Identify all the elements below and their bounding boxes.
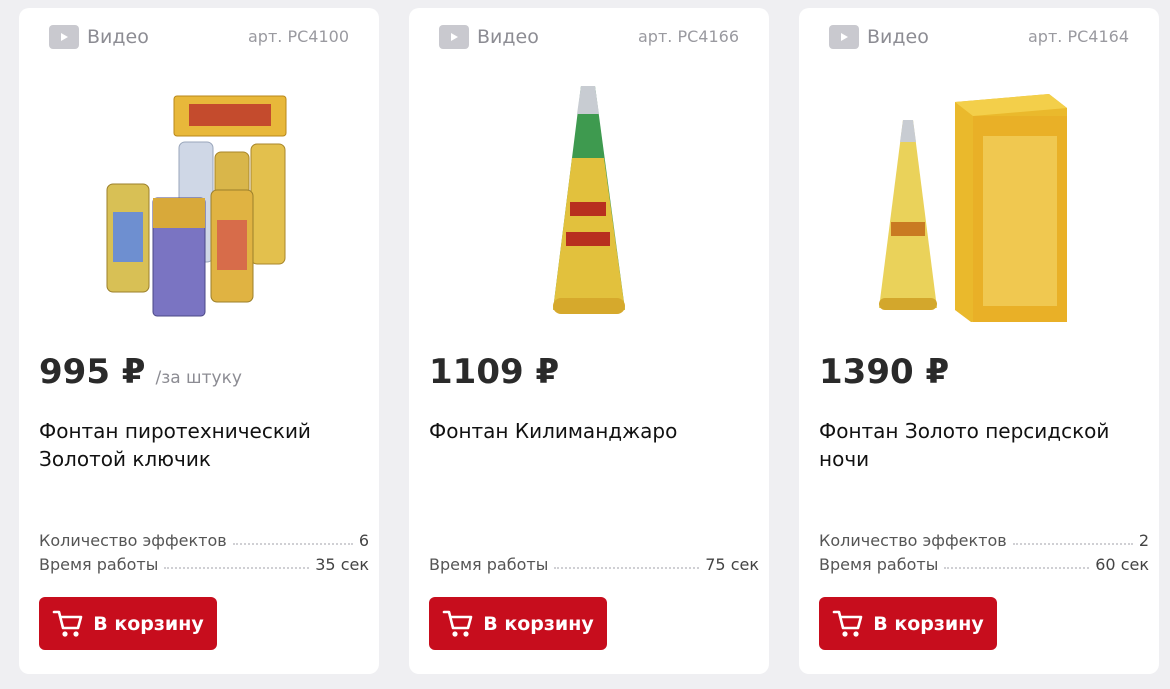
price-row: 1390 ₽: [819, 352, 949, 392]
product-price: 995 ₽: [39, 352, 146, 392]
price-row: 1109 ₽: [429, 352, 559, 392]
spec-value: 35 сек: [315, 555, 369, 574]
spec-value: 60 сек: [1095, 555, 1149, 574]
product-sku: арт. PC4100: [248, 27, 349, 46]
video-button[interactable]: Видео: [829, 25, 929, 49]
spec-label: Время работы: [429, 555, 549, 574]
spec-row: Время работы 35 сек: [39, 550, 369, 574]
spec-leader: [944, 567, 1090, 569]
cart-icon: [832, 610, 863, 637]
spec-row: Время работы 60 сек: [819, 550, 1149, 574]
price-unit: /за штуку: [155, 368, 242, 388]
spec-value: 2: [1138, 531, 1149, 550]
video-button[interactable]: Видео: [439, 25, 539, 49]
product-sku: арт. PC4164: [1028, 27, 1129, 46]
product-price: 1109 ₽: [429, 352, 560, 392]
spec-label: Время работы: [819, 555, 939, 574]
cart-icon: [52, 610, 83, 637]
product-image[interactable]: [429, 72, 749, 328]
product-image[interactable]: [39, 72, 359, 328]
play-icon: [49, 25, 79, 49]
spec-value: 6: [358, 531, 369, 550]
spec-label: Количество эффектов: [39, 531, 227, 550]
product-specs: Время работы 75 сек: [429, 550, 759, 574]
play-icon: [439, 25, 469, 49]
product-sku: арт. PC4166: [638, 27, 739, 46]
product-title[interactable]: Фонтан Золото персидской ночи: [819, 417, 1139, 473]
spec-leader: [1012, 543, 1133, 545]
add-to-cart-label: В корзину: [93, 612, 204, 635]
spec-value: 75 сек: [705, 555, 759, 574]
product-title[interactable]: Фонтан Килиманджаро: [429, 417, 749, 445]
spec-leader: [164, 567, 310, 569]
spec-row: Количество эффектов 2: [819, 526, 1149, 550]
product-specs: Количество эффектов 2 Время работы 60 се…: [819, 526, 1149, 574]
video-label: Видео: [477, 26, 539, 48]
video-button[interactable]: Видео: [49, 25, 149, 49]
play-icon: [829, 25, 859, 49]
spec-label: Количество эффектов: [819, 531, 1007, 550]
product-title[interactable]: Фонтан пиротехнический Золотой ключик: [39, 417, 359, 473]
spec-row: Количество эффектов 6: [39, 526, 369, 550]
add-to-cart-label: В корзину: [483, 612, 594, 635]
video-label: Видео: [867, 26, 929, 48]
add-to-cart-button[interactable]: В корзину: [429, 597, 607, 650]
video-label: Видео: [87, 26, 149, 48]
add-to-cart-button[interactable]: В корзину: [819, 597, 997, 650]
product-specs: Количество эффектов 6 Время работы 35 се…: [39, 526, 369, 574]
product-card[interactable]: Видео арт. PC4166 1109 ₽ Фонтан Килиманд…: [409, 8, 769, 674]
spec-leader: [232, 543, 353, 545]
cart-icon: [442, 610, 473, 637]
product-price: 1390 ₽: [819, 352, 950, 392]
product-image[interactable]: [819, 72, 1139, 328]
add-to-cart-label: В корзину: [873, 612, 984, 635]
spec-row: Время работы 75 сек: [429, 550, 759, 574]
price-row: 995 ₽ /за штуку: [39, 352, 242, 392]
add-to-cart-button[interactable]: В корзину: [39, 597, 217, 650]
spec-leader: [554, 567, 700, 569]
product-card[interactable]: Видео арт. PC4100 995 ₽ /за штуку Фонтан…: [19, 8, 379, 674]
product-card[interactable]: Видео арт. PC4164 1390 ₽ Фонтан Золото п…: [799, 8, 1159, 674]
spec-label: Время работы: [39, 555, 159, 574]
